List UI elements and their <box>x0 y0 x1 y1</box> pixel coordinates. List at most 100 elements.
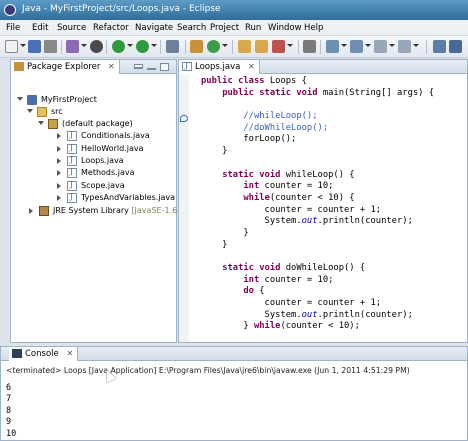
menu-project[interactable]: Project <box>210 23 239 33</box>
tree-label: src <box>51 107 63 116</box>
chevron-down-icon[interactable] <box>222 44 228 47</box>
chevron-down-icon[interactable] <box>341 44 347 47</box>
console-icon <box>12 349 22 358</box>
code-line: do { <box>243 286 265 297</box>
chevron-right-icon[interactable] <box>57 183 61 189</box>
chevron-down-icon[interactable] <box>365 44 371 47</box>
save-icon[interactable] <box>28 40 41 53</box>
code-line: } <box>201 239 228 250</box>
maximize-icon[interactable] <box>160 63 169 71</box>
project-icon <box>27 95 37 105</box>
tree-label: Loops.java <box>81 156 124 165</box>
menu-file[interactable]: File <box>6 23 20 33</box>
code-line: int counter = 10; <box>243 181 334 192</box>
next-annotation-icon[interactable] <box>326 40 339 53</box>
chevron-down-icon[interactable] <box>413 44 419 47</box>
tab-package-explorer[interactable]: Package Explorer ✕ <box>11 60 120 74</box>
chevron-down-icon[interactable] <box>151 44 157 47</box>
chevron-down-icon[interactable] <box>27 109 33 113</box>
console-line: 7 <box>6 394 12 405</box>
tree-label-suffix: [JavaSE-1.6] <box>131 206 181 215</box>
run-external-icon[interactable] <box>136 40 149 53</box>
annotation-icon[interactable] <box>303 40 316 53</box>
chevron-down-icon[interactable] <box>81 44 87 47</box>
close-icon[interactable]: ✕ <box>248 62 255 71</box>
back-icon[interactable] <box>374 40 387 53</box>
code-line: while(counter < 10) { <box>243 192 355 203</box>
minimize-icon[interactable] <box>147 68 156 70</box>
menu-window[interactable]: Window <box>268 23 302 33</box>
tab-label: Loops.java <box>195 62 241 72</box>
code-line: counter = counter + 1; <box>201 204 382 215</box>
menu-source[interactable]: Source <box>57 23 86 33</box>
code-line: } <box>201 227 249 238</box>
chevron-right-icon[interactable] <box>57 146 61 152</box>
tree-label: MyFirstProject <box>41 95 97 104</box>
tree-label: HelloWorld.java <box>81 144 144 153</box>
tree-item-typesandvariables[interactable]: TypesAndVariables.java <box>49 192 177 204</box>
title-bar: Java - MyFirstProject/src/Loops.java - E… <box>0 0 468 20</box>
open-perspective-icon[interactable] <box>433 40 446 53</box>
chevron-right-icon[interactable] <box>57 170 61 176</box>
menu-refactor[interactable]: Refactor <box>93 23 129 33</box>
close-icon[interactable]: ✕ <box>66 349 73 358</box>
tree-item-project[interactable]: MyFirstProject <box>17 94 177 106</box>
open-type-icon[interactable] <box>238 40 251 53</box>
java-perspective-icon[interactable] <box>449 40 462 53</box>
new-class-icon[interactable] <box>207 40 220 53</box>
chevron-right-icon[interactable] <box>57 195 61 201</box>
tab-loops-java[interactable]: Loops.java ✕ <box>179 60 260 74</box>
tree-label: JRE System Library <box>53 206 129 215</box>
run-icon[interactable] <box>112 40 125 53</box>
edit-icon[interactable] <box>272 40 285 53</box>
debug-bug-icon[interactable] <box>90 40 103 53</box>
eclipse-icon <box>4 4 16 16</box>
new-java-project-icon[interactable] <box>166 40 179 53</box>
tree-item-src[interactable]: src <box>27 106 177 118</box>
tree-item-default-package[interactable]: (default package) <box>38 118 178 130</box>
chevron-right-icon[interactable] <box>57 133 61 139</box>
tab-label: Package Explorer <box>27 62 101 72</box>
new-icon[interactable] <box>5 40 18 53</box>
menu-run[interactable]: Run <box>245 23 261 33</box>
menu-search[interactable]: Search <box>177 23 206 33</box>
tree-item-scope[interactable]: Scope.java <box>49 180 177 192</box>
menu-navigate[interactable]: Navigate <box>135 23 173 33</box>
tab-console[interactable]: Console ✕ <box>9 347 79 361</box>
chevron-down-icon[interactable] <box>287 44 293 47</box>
chevron-down-icon[interactable] <box>389 44 395 47</box>
forward-icon[interactable] <box>398 40 411 53</box>
tree-label: Methods.java <box>81 168 135 177</box>
close-icon[interactable]: ✕ <box>108 62 115 71</box>
tree-item-methods[interactable]: Methods.java <box>49 167 177 179</box>
open-folder-icon[interactable] <box>255 40 268 53</box>
tree-label: Conditionals.java <box>81 131 150 140</box>
print-icon[interactable] <box>44 40 57 53</box>
editor-panel: Loops.java ✕ public class Loops { public… <box>178 59 468 343</box>
tree-item-jre-library[interactable]: JRE System Library [JavaSE-1.6] <box>27 205 181 217</box>
chevron-right-icon[interactable] <box>57 158 61 164</box>
tree-item-conditionals[interactable]: Conditionals.java <box>49 130 177 142</box>
debug-icon[interactable] <box>66 40 79 53</box>
new-package-icon[interactable] <box>190 40 203 53</box>
console-tabstrip: Console ✕ <box>1 347 467 361</box>
chevron-right-icon[interactable] <box>29 208 33 214</box>
package-explorer-panel: Package Explorer ✕ MyFirstProject src (d… <box>10 59 181 343</box>
previous-annotation-icon[interactable] <box>350 40 363 53</box>
chevron-down-icon[interactable] <box>38 121 44 125</box>
menu-edit[interactable]: Edit <box>32 23 48 33</box>
menu-icon[interactable] <box>134 64 143 69</box>
java-file-icon <box>67 181 77 191</box>
code-area[interactable]: public class Loops { public static void … <box>201 76 434 333</box>
chevron-down-icon[interactable] <box>20 44 26 47</box>
menu-help[interactable]: Help <box>304 23 323 33</box>
chevron-down-icon[interactable] <box>127 44 133 47</box>
chevron-down-icon[interactable] <box>17 97 23 101</box>
window-title: Java - MyFirstProject/src/Loops.java - E… <box>22 4 221 14</box>
tree-label: Scope.java <box>81 181 125 190</box>
tree-item-helloworld[interactable]: HelloWorld.java <box>49 143 177 155</box>
library-icon <box>39 206 49 216</box>
console-body[interactable]: <terminated> Loops [Java Application] E:… <box>1 363 467 440</box>
tree-item-loops[interactable]: Loops.java <box>49 155 177 167</box>
